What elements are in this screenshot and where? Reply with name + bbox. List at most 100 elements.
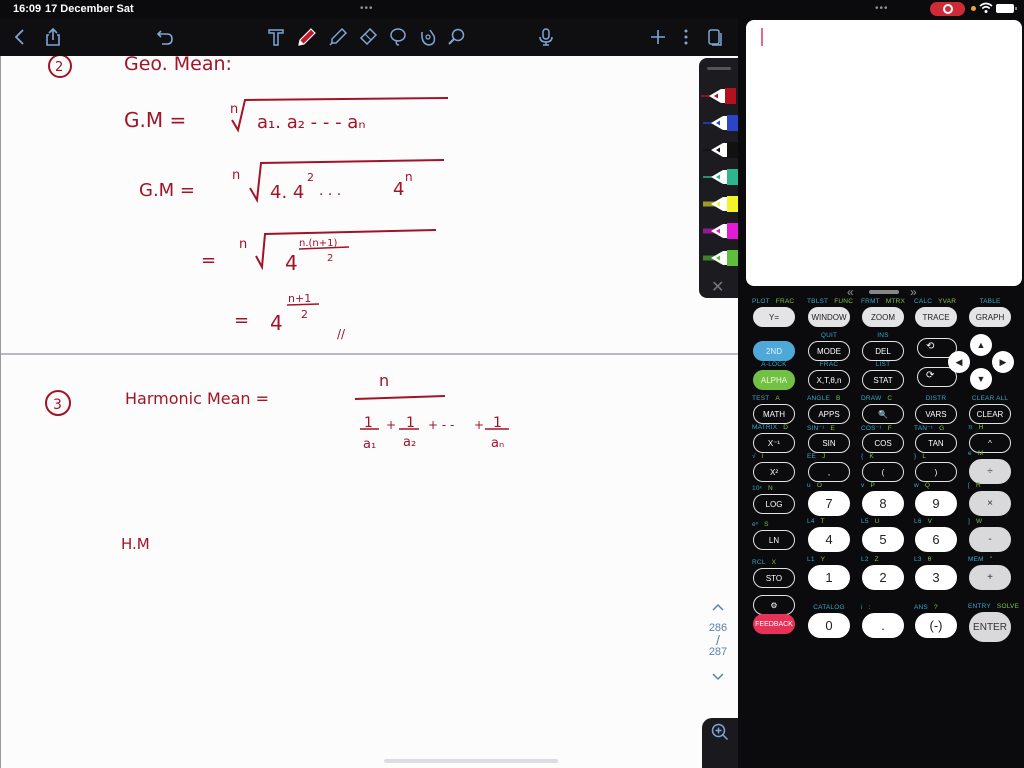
key-divide[interactable]: ÷ <box>969 459 1011 484</box>
pen-magenta-highlighter[interactable] <box>703 222 738 240</box>
key-comma[interactable]: , <box>808 462 850 482</box>
laser-pointer-icon[interactable] <box>445 26 467 48</box>
second-function-label: { <box>861 453 864 460</box>
second-function-label: RCL <box>752 559 766 566</box>
gm-radicand-2-square: 2 <box>307 171 314 184</box>
key-multiply[interactable]: × <box>969 491 1011 516</box>
key-stat[interactable]: STAT <box>862 370 904 390</box>
key-sto[interactable]: STO <box>753 568 795 588</box>
key-alpha[interactable]: ALPHA <box>753 370 795 390</box>
multitask-dots-right[interactable]: ••• <box>875 3 889 14</box>
key-settings[interactable]: ⚙ <box>753 595 795 615</box>
alpha-function-label: YVAR <box>938 298 957 305</box>
pen-tool-icon[interactable] <box>296 26 318 48</box>
key-0[interactable]: 0 <box>808 613 850 638</box>
dpad-down-icon[interactable]: ▼ <box>970 368 992 390</box>
key-open-paren[interactable]: ( <box>862 462 904 482</box>
key-7[interactable]: 7 <box>808 491 850 516</box>
key-8[interactable]: 8 <box>862 491 904 516</box>
key-clear[interactable]: CLEAR <box>969 404 1011 424</box>
second-function-label: w <box>914 482 919 489</box>
multitask-dots-left[interactable]: ••• <box>360 3 374 14</box>
key-zoom[interactable]: 🔍 <box>862 404 904 424</box>
home-indicator[interactable] <box>384 759 558 763</box>
key-4[interactable]: 4 <box>808 527 850 552</box>
key-del[interactable]: DEL <box>862 341 904 361</box>
key-sin[interactable]: SIN <box>808 433 850 453</box>
second-function-label: i <box>861 604 863 611</box>
calculator-display[interactable] <box>746 20 1022 286</box>
key-math[interactable]: MATH <box>753 404 795 424</box>
key-feedback[interactable]: FEEDBACK <box>753 614 795 634</box>
pen-teal[interactable] <box>703 168 738 186</box>
eraser-icon[interactable] <box>357 26 379 48</box>
secondary-label-add: MEM " <box>968 556 1012 563</box>
key-ln[interactable]: LN <box>753 530 795 550</box>
key-3[interactable]: 3 <box>915 565 957 590</box>
handwriting-canvas[interactable]: 2 Geo. Mean: G.M = n a₁. a₂ - - - aₙ G.M… <box>1 56 738 768</box>
key-trace[interactable]: TRACE <box>915 307 957 327</box>
key-graph[interactable]: GRAPH <box>969 307 1011 327</box>
key-close-paren[interactable]: ) <box>915 462 957 482</box>
next-page-icon[interactable] <box>704 670 732 684</box>
scroll-right-icon[interactable]: » <box>910 285 917 299</box>
key-subtract[interactable]: - <box>969 527 1011 552</box>
share-icon[interactable] <box>42 26 64 48</box>
second-function-label: TAN⁻¹ <box>914 425 934 432</box>
pen-red[interactable] <box>701 87 736 105</box>
key-6[interactable]: 6 <box>915 527 957 552</box>
key-2nd[interactable]: 2ND <box>753 341 795 361</box>
gm-root-index-3: n <box>239 237 247 252</box>
text-tool-icon[interactable] <box>265 26 287 48</box>
key-5[interactable]: 5 <box>862 527 904 552</box>
panel-drag-handle[interactable] <box>869 290 899 294</box>
dpad-left-icon[interactable]: ◀ <box>948 351 970 373</box>
key-2[interactable]: 2 <box>862 565 904 590</box>
add-page-icon[interactable] <box>647 26 669 48</box>
screen-recording-indicator[interactable] <box>930 2 965 16</box>
scroll-left-icon[interactable]: « <box>847 285 854 299</box>
dpad-right-icon[interactable]: ▶ <box>992 351 1014 373</box>
dpad-up-icon[interactable]: ▲ <box>970 334 992 356</box>
key-decimal[interactable]: . <box>862 613 904 638</box>
alpha-function-label: P <box>870 482 875 489</box>
key-apps[interactable]: APPS <box>808 404 850 424</box>
pen-black[interactable] <box>703 141 738 159</box>
gm-radicand-2-last-base: 4 <box>393 179 404 200</box>
highlighter-icon[interactable] <box>327 26 349 48</box>
previous-page-icon[interactable] <box>704 600 732 614</box>
gm-eq-3: = <box>201 250 216 271</box>
key-negative[interactable]: (-) <box>915 613 957 638</box>
alpha-function-label: I <box>761 453 764 460</box>
notebook-page[interactable]: 2 Geo. Mean: G.M = n a₁. a₂ - - - aₙ G.M… <box>0 56 738 768</box>
tray-drag-handle[interactable] <box>707 67 731 70</box>
key-1[interactable]: 1 <box>808 565 850 590</box>
zoom-window-button[interactable] <box>702 718 738 768</box>
pen-yellow-highlighter[interactable] <box>703 195 738 213</box>
tray-close-icon[interactable]: ✕ <box>711 277 724 297</box>
key-x-inverse[interactable]: X⁻¹ <box>753 433 795 453</box>
key-zoom[interactable]: ZOOM <box>862 307 904 327</box>
key-cos[interactable]: COS <box>862 433 904 453</box>
key-enter[interactable]: ENTER <box>969 612 1011 642</box>
pen-green-highlighter[interactable] <box>703 249 738 267</box>
shapes-icon[interactable] <box>417 26 439 48</box>
key-9[interactable]: 9 <box>915 491 957 516</box>
key-log[interactable]: LOG <box>753 494 795 514</box>
undo-icon[interactable] <box>154 26 176 48</box>
pages-icon[interactable] <box>704 26 726 48</box>
second-function-label: DRAW <box>861 395 882 402</box>
key-mode[interactable]: MODE <box>808 341 850 361</box>
pen-blue[interactable] <box>703 114 738 132</box>
key-vars[interactable]: VARS <box>915 404 957 424</box>
more-icon[interactable] <box>675 26 697 48</box>
key-y-equals[interactable]: Y= <box>753 307 795 327</box>
key-x-t-theta-n[interactable]: X,T,θ,n <box>808 370 850 390</box>
lasso-icon[interactable] <box>387 26 409 48</box>
key-window[interactable]: WINDOW <box>808 307 850 327</box>
key-add[interactable]: + <box>969 565 1011 590</box>
key-tan[interactable]: TAN <box>915 433 957 453</box>
back-icon[interactable] <box>9 26 31 48</box>
microphone-icon[interactable] <box>535 26 557 48</box>
key-x-squared[interactable]: X² <box>753 462 795 482</box>
